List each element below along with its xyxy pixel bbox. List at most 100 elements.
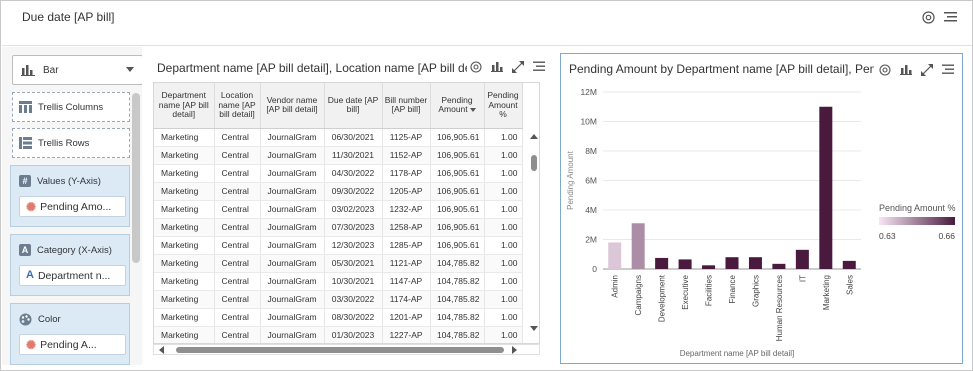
trellis-rows-label: Trellis Rows	[38, 137, 90, 149]
trellis-columns-label: Trellis Columns	[38, 101, 104, 113]
table-row[interactable]: Marketing Central JournalGram 03/30/2022 117…	[154, 290, 523, 309]
category-pill[interactable]: A Department n...	[19, 265, 126, 286]
column-header[interactable]: Vendor name [AP bill detail]	[260, 83, 325, 129]
table-cell: Marketing	[154, 146, 215, 165]
chart-type-select[interactable]: Bar	[12, 55, 142, 85]
column-header[interactable]: Location name [AP bill detail]	[214, 83, 261, 129]
column-header[interactable]: Department name [AP bill detail]	[154, 83, 215, 129]
help-icon[interactable]	[468, 59, 483, 74]
table-cell: 1201-AP	[382, 308, 431, 327]
scroll-up-icon[interactable]	[530, 134, 538, 139]
table-cell: 104,785.82	[430, 290, 485, 309]
bar	[772, 263, 786, 269]
scroll-thumb[interactable]	[176, 347, 504, 353]
table-cell: Marketing	[154, 290, 215, 309]
table-cell: 104,785.82	[430, 254, 485, 273]
bar	[631, 223, 645, 269]
table-cell: Marketing	[154, 308, 215, 327]
table-row[interactable]: Marketing Central JournalGram 06/30/2021 112…	[154, 128, 523, 147]
table-row[interactable]: Marketing Central JournalGram 05/30/2021 112…	[154, 254, 523, 273]
menu-icon[interactable]	[531, 59, 546, 74]
table-header-row: Department name [AP bill detail] Locatio…	[154, 83, 523, 129]
table-cell: 106,905.61	[430, 236, 485, 255]
table-cell: 1227-AP	[382, 326, 431, 343]
table-cell: 1.00	[484, 272, 523, 291]
table-row[interactable]: Marketing Central JournalGram 11/30/2021 115…	[154, 146, 523, 165]
scroll-left-icon[interactable]	[159, 346, 164, 354]
trellis-columns-drop[interactable]: Trellis Columns	[12, 92, 130, 122]
values-well-header: # Values (Y-Axis)	[19, 175, 101, 187]
table-title: Department name [AP bill detail], Locati…	[157, 61, 467, 75]
column-header[interactable]: Due date [AP bill]	[324, 83, 383, 129]
table-row[interactable]: Marketing Central JournalGram 12/30/2023 128…	[154, 236, 523, 255]
table-cell: JournalGram	[260, 308, 325, 327]
x-tick-label: Marketing	[822, 275, 831, 310]
column-header[interactable]: Bill number [AP bill]	[382, 83, 431, 129]
scroll-right-icon[interactable]	[512, 346, 517, 354]
table-cell: JournalGram	[260, 272, 325, 291]
sort-desc-icon	[469, 108, 476, 112]
color-well[interactable]: Color ✺ Pending A...	[10, 303, 130, 365]
table-cell: JournalGram	[260, 326, 325, 343]
table-cell: 07/30/2023	[324, 218, 383, 237]
legend-min-label: 0.63	[879, 231, 896, 241]
expand-icon[interactable]	[919, 62, 934, 77]
table-cell: 03/02/2023	[324, 200, 383, 219]
table-vertical-scrollbar[interactable]	[529, 131, 540, 334]
table-cell: Marketing	[154, 128, 215, 147]
table-horizontal-scrollbar[interactable]	[153, 344, 540, 355]
data-table: Department name [AP bill detail] Locatio…	[153, 82, 540, 344]
column-header[interactable]: Pending Amount %	[484, 83, 523, 129]
trellis-rows-drop[interactable]: Trellis Rows	[12, 128, 130, 158]
bar-chart: 12M 10M 8M 6M 4M 2M 0 Pending Amount Admin Campai…	[566, 87, 956, 358]
table-cell: 1125-AP	[382, 128, 431, 147]
table-cell: Marketing	[154, 164, 215, 183]
menu-icon[interactable]	[942, 9, 958, 25]
table-cell: 106,905.61	[430, 182, 485, 201]
table-row[interactable]: Marketing Central JournalGram 10/30/2021 114…	[154, 272, 523, 291]
table-cell: 1258-AP	[382, 218, 431, 237]
scroll-thumb[interactable]	[531, 155, 537, 171]
table-cell: Central	[214, 164, 261, 183]
table-row[interactable]: Marketing Central JournalGram 07/30/2023 125…	[154, 218, 523, 237]
table-row[interactable]: Marketing Central JournalGram 04/30/2022 117…	[154, 164, 523, 183]
category-well-header: A Category (X-Axis)	[19, 244, 112, 256]
table-cell: 11/30/2021	[324, 146, 383, 165]
color-well-header: Color	[19, 313, 61, 326]
hash-icon: #	[19, 175, 31, 187]
table-row[interactable]: Marketing Central JournalGram 03/02/2023 123…	[154, 200, 523, 219]
table-cell: 1.00	[484, 146, 523, 165]
help-icon[interactable]	[920, 9, 936, 25]
table-cell: Marketing	[154, 254, 215, 273]
scroll-down-icon[interactable]	[530, 326, 538, 331]
x-axis-label: Department name [AP bill detail]	[680, 349, 795, 358]
help-icon[interactable]	[877, 62, 892, 77]
table-cell: 106,905.61	[430, 200, 485, 219]
table-cell: 1.00	[484, 200, 523, 219]
y-tick-label: 2M	[585, 235, 597, 245]
expand-icon[interactable]	[510, 59, 525, 74]
measure-icon: ✺	[26, 337, 37, 352]
values-pill[interactable]: ✺ Pending Amo...	[19, 196, 126, 217]
color-pill[interactable]: ✺ Pending A...	[19, 334, 126, 355]
bar	[795, 249, 809, 269]
bar-chart-icon[interactable]	[489, 59, 504, 74]
bar-chart-icon[interactable]	[898, 62, 913, 77]
table-row[interactable]: Marketing Central JournalGram 01/30/2023 122…	[154, 326, 523, 343]
menu-icon[interactable]	[940, 62, 955, 77]
legend-gradient	[879, 217, 955, 225]
left-panel-scrollbar[interactable]	[132, 93, 140, 263]
category-well[interactable]: A Category (X-Axis) A Department n...	[10, 234, 130, 296]
table-cell: 05/30/2021	[324, 254, 383, 273]
values-well[interactable]: # Values (Y-Axis) ✺ Pending Amo...	[10, 165, 130, 227]
table-cell: JournalGram	[260, 236, 325, 255]
column-header-pending-amount[interactable]: Pending Amount	[430, 83, 485, 129]
table-cell: 1.00	[484, 290, 523, 309]
table-cell: 1205-AP	[382, 182, 431, 201]
table-cell: Marketing	[154, 326, 215, 343]
table-row[interactable]: Marketing Central JournalGram 08/30/2022 120…	[154, 308, 523, 327]
table-row[interactable]: Marketing Central JournalGram 09/30/2022 120…	[154, 182, 523, 201]
bar	[842, 260, 856, 269]
x-tick-label: Campaigns	[634, 275, 643, 315]
chevron-down-icon	[126, 67, 134, 72]
